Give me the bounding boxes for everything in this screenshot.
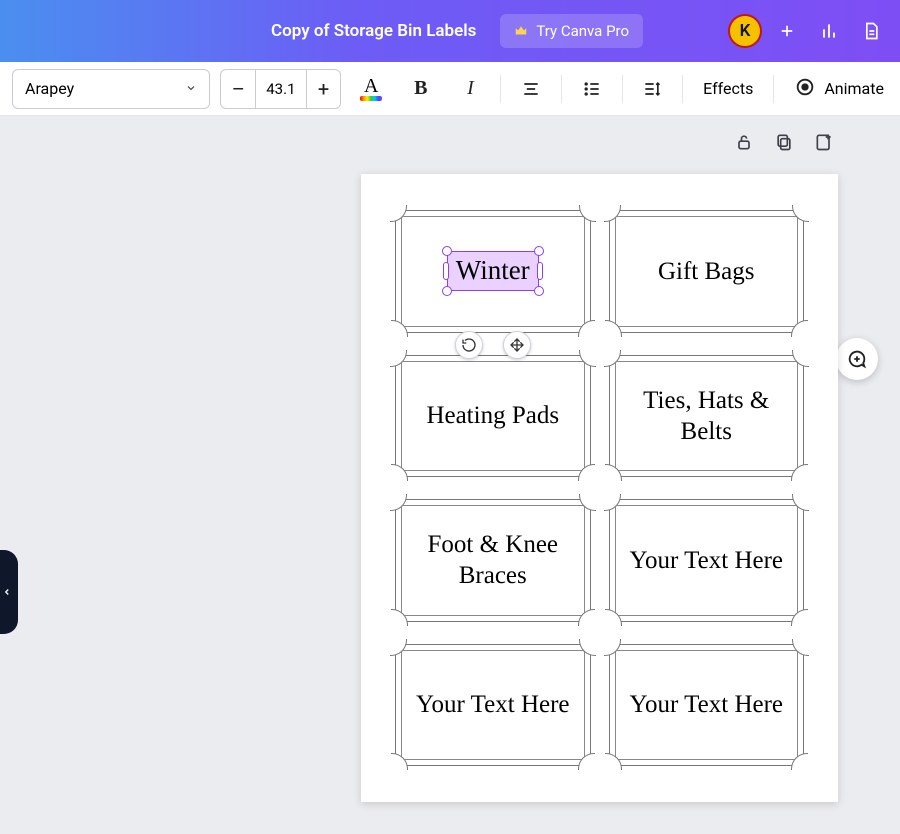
font-size-decrease[interactable]: – — [221, 70, 255, 108]
bold-button[interactable]: B — [401, 69, 441, 109]
animate-label: Animate — [824, 79, 884, 98]
spacing-button[interactable] — [633, 69, 673, 109]
separator — [500, 75, 501, 103]
font-size-value[interactable]: 43.1 — [255, 70, 307, 108]
italic-button[interactable]: I — [451, 69, 491, 109]
lock-page-button[interactable] — [732, 130, 756, 154]
try-canva-pro-label: Try Canva Pro — [536, 22, 629, 40]
insights-button[interactable] — [808, 10, 850, 52]
floating-element-controls — [455, 331, 531, 359]
effects-button[interactable]: Effects — [693, 69, 763, 109]
label-card[interactable]: Gift Bags — [609, 210, 805, 333]
label-card[interactable]: Ties, Hats & Belts — [609, 355, 805, 478]
text-color-icon: A — [364, 77, 378, 95]
label-grid: Winter Gift Bags — [395, 210, 804, 766]
animate-button[interactable]: Animate — [784, 76, 888, 102]
label-text[interactable]: Your Text Here — [416, 689, 570, 720]
label-text[interactable]: Heating Pads — [426, 400, 559, 431]
canvas-page[interactable]: Winter Gift Bags — [361, 174, 838, 802]
try-canva-pro-button[interactable]: Try Canva Pro — [500, 14, 643, 48]
effects-label: Effects — [703, 79, 753, 98]
label-text[interactable]: Your Text Here — [629, 689, 783, 720]
move-handle[interactable] — [503, 331, 531, 359]
resize-handle-left[interactable] — [443, 262, 449, 280]
add-page-button[interactable] — [812, 130, 836, 154]
label-text[interactable]: Winter — [456, 255, 530, 285]
add-button[interactable] — [766, 10, 808, 52]
alignment-button[interactable] — [511, 69, 551, 109]
font-family-select[interactable]: Arapey — [12, 69, 210, 109]
selected-text-box[interactable]: Winter — [447, 251, 539, 291]
chevron-down-icon — [185, 79, 197, 98]
label-text[interactable]: Your Text Here — [629, 545, 783, 576]
resize-handle-bl[interactable] — [442, 286, 452, 296]
label-text[interactable]: Foot & Knee Braces — [406, 529, 580, 592]
user-avatar[interactable]: K — [728, 14, 762, 48]
label-card[interactable]: Foot & Knee Braces — [395, 499, 591, 622]
animate-icon — [794, 76, 816, 102]
label-text[interactable]: Ties, Hats & Belts — [620, 385, 794, 448]
crown-icon — [514, 24, 528, 38]
rotate-handle[interactable] — [455, 331, 483, 359]
font-family-value: Arapey — [25, 79, 74, 98]
separator — [682, 75, 683, 103]
list-button[interactable] — [572, 69, 612, 109]
label-card[interactable]: Winter — [395, 210, 591, 333]
separator — [622, 75, 623, 103]
workspace: Winter Gift Bags — [0, 116, 900, 834]
label-card[interactable]: Your Text Here — [395, 644, 591, 767]
duplicate-page-button[interactable] — [772, 130, 796, 154]
side-panel-toggle[interactable] — [0, 550, 18, 634]
label-text[interactable]: Gift Bags — [658, 256, 755, 287]
add-comment-button[interactable] — [836, 338, 878, 380]
document-title[interactable]: Copy of Storage Bin Labels — [271, 21, 476, 41]
text-toolbar: Arapey – 43.1 + A B I Effects Animate — [0, 62, 900, 116]
font-size-increase[interactable]: + — [307, 70, 341, 108]
rainbow-swatch — [360, 96, 382, 101]
resize-handle-br[interactable] — [534, 286, 544, 296]
app-header: Copy of Storage Bin Labels Try Canva Pro… — [0, 0, 900, 62]
page-actions — [732, 130, 836, 154]
resize-handle-right[interactable] — [537, 262, 543, 280]
avatar-initial: K — [740, 21, 751, 41]
separator — [561, 75, 562, 103]
separator — [773, 75, 774, 103]
font-size-stepper: – 43.1 + — [220, 69, 341, 109]
resize-handle-tr[interactable] — [534, 246, 544, 256]
text-color-button[interactable]: A — [351, 69, 391, 109]
document-button[interactable] — [850, 10, 892, 52]
resize-handle-tl[interactable] — [442, 246, 452, 256]
label-card[interactable]: Heating Pads — [395, 355, 591, 478]
label-card[interactable]: Your Text Here — [609, 644, 805, 767]
label-card[interactable]: Your Text Here — [609, 499, 805, 622]
